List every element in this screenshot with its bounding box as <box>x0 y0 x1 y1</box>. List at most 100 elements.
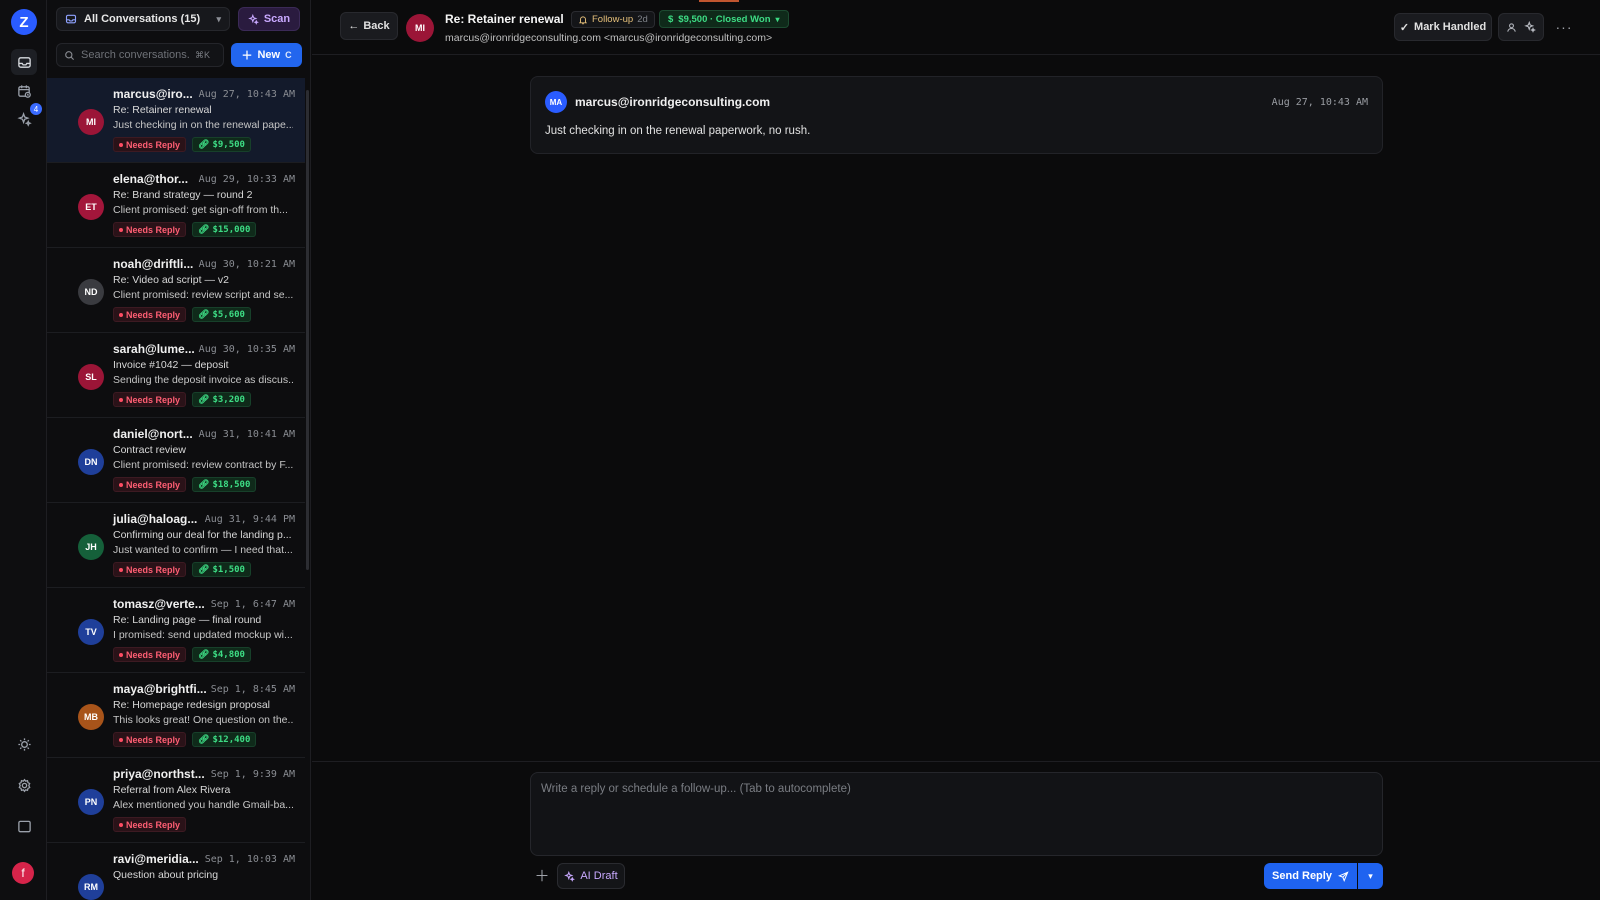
sender-avatar: MA <box>545 91 567 113</box>
conversation-date: Sep 1, 9:39 AM <box>210 769 295 780</box>
status-dot-icon <box>119 652 123 657</box>
amount-label: $12,400 <box>212 734 251 745</box>
ai-draft-button[interactable]: AI Draft <box>557 863 625 889</box>
conversation-subject: Invoice #1042 — deposit <box>113 359 229 371</box>
reply-input[interactable] <box>531 773 1382 855</box>
conversation-sender: priya@northst... <box>113 767 205 781</box>
message-date: Aug 27, 10:43 AM <box>1271 97 1368 108</box>
status-dot-icon <box>119 312 123 317</box>
status-dot-icon <box>119 397 123 402</box>
conversation-tags: Needs Reply 🔗︎ $12,400 <box>113 732 257 747</box>
send-icon <box>1337 870 1349 882</box>
conversation-item[interactable]: DN daniel@nort... Aug 31, 10:41 AM Contract… <box>47 418 305 503</box>
conversation-item[interactable]: MB maya@brightfi... Sep 1, 8:45 AM Re: Home… <box>47 673 305 758</box>
plus-icon: ＋ <box>241 50 253 62</box>
amount-label: $9,500 <box>212 139 245 150</box>
contact-email: marcus@ironridgeconsulting.com <marcus@i… <box>445 32 773 44</box>
conversation-date: Sep 1, 8:45 AM <box>210 684 295 695</box>
conversation-date: Aug 31, 9:44 PM <box>204 514 295 525</box>
contact-avatar: ND <box>78 279 104 305</box>
status-dot-icon <box>119 482 123 487</box>
conversation-date: Aug 30, 10:21 AM <box>198 259 295 270</box>
conversation-tags: Needs Reply 🔗︎ $3,200 <box>113 392 251 407</box>
send-reply-button[interactable]: Send Reply <box>1264 863 1357 889</box>
deal-amount-badge: 🔗︎ $9,500 <box>192 137 251 152</box>
conversation-preview: Client promised: get sign-off from th... <box>113 204 288 216</box>
send-options-chevron-icon[interactable]: ▾ <box>1358 863 1383 889</box>
conversation-preview: Just wanted to confirm — I need that... <box>113 544 293 556</box>
conversation-sender: sarah@lume... <box>113 342 195 356</box>
scan-button[interactable]: Scan <box>238 7 300 31</box>
needs-reply-badge: Needs Reply <box>113 817 187 832</box>
search-input[interactable] <box>81 49 189 61</box>
add-attachment-icon[interactable]: ＋ <box>532 865 552 885</box>
conversation-tags: Needs Reply 🔗︎ $18,500 <box>113 477 257 492</box>
link-icon: 🔗︎ <box>198 564 210 575</box>
calendar-clock-icon[interactable] <box>11 78 37 104</box>
conversation-sender: noah@driftli... <box>113 257 194 271</box>
conversation-item[interactable]: JH julia@haloag... Aug 31, 9:44 PM Confirmi… <box>47 503 305 588</box>
deal-label: $9,500 · Closed Won <box>678 13 771 25</box>
conversation-tags: Needs Reply 🔗︎ $5,600 <box>113 307 251 322</box>
conversation-item[interactable]: TV tomasz@verte... Sep 1, 6:47 AM Re: Landi… <box>47 588 305 673</box>
conversation-item[interactable]: MI marcus@iro... Aug 27, 10:43 AM Re: Retai… <box>47 78 305 163</box>
new-conversation-button[interactable]: ＋ New C <box>231 43 302 67</box>
conversation-sender: daniel@nort... <box>113 427 193 441</box>
status-label: Needs Reply <box>126 479 181 490</box>
conversation-preview: Sending the deposit invoice as discus... <box>113 374 293 386</box>
contact-avatar: DN <box>78 449 104 475</box>
followup-label: Follow-up <box>592 14 634 25</box>
conversation-filter-dropdown[interactable]: All Conversations (15) ▾ <box>56 7 230 31</box>
more-options-icon[interactable]: ··· <box>1552 13 1576 41</box>
status-dot-icon <box>119 737 123 742</box>
contact-avatar: PN <box>78 789 104 815</box>
filter-label: All Conversations (15) <box>84 13 201 25</box>
followup-badge[interactable]: Follow-up 2d <box>571 11 655 28</box>
sparkles-icon[interactable] <box>1524 21 1536 33</box>
app-logo[interactable]: Z <box>11 9 37 35</box>
status-label: Needs Reply <box>126 394 181 405</box>
arrow-left-icon: ← <box>348 20 360 32</box>
sparkles-icon <box>248 13 259 25</box>
chevron-down-icon: ▾ <box>775 14 780 24</box>
conversation-tags: Needs Reply 🔗︎ $1,500 <box>113 562 251 577</box>
conversation-subject: Re: Retainer renewal <box>113 104 212 116</box>
conversation-item[interactable]: SL sarah@lume... Aug 30, 10:35 AM Invoice #… <box>47 333 305 418</box>
status-label: Needs Reply <box>126 819 181 830</box>
deal-status-dropdown[interactable]: $ $9,500 · Closed Won ▾ <box>659 10 789 28</box>
link-icon: 🔗︎ <box>198 734 210 745</box>
conversation-item[interactable]: ET elena@thor... Aug 29, 10:33 AM Re: Brand… <box>47 163 305 248</box>
user-avatar[interactable]: f <box>12 862 34 884</box>
inbox-icon[interactable] <box>11 49 37 75</box>
conversation-list: MI marcus@iro... Aug 27, 10:43 AM Re: Retai… <box>47 78 305 900</box>
amount-label: $4,800 <box>212 649 245 660</box>
contact-avatar: RM <box>78 874 104 900</box>
conversation-date: Aug 29, 10:33 AM <box>198 174 295 185</box>
theme-sun-icon[interactable] <box>11 731 37 757</box>
status-label: Needs Reply <box>126 564 181 575</box>
conversation-item[interactable]: RM ravi@meridia... Sep 1, 10:03 AM Question… <box>47 843 305 900</box>
back-button[interactable]: ← Back <box>340 12 398 40</box>
link-icon: 🔗︎ <box>198 394 210 405</box>
sidebar-toggle-icon[interactable] <box>11 813 37 839</box>
conversation-sender: maya@brightfi... <box>113 682 207 696</box>
chevron-down-icon: ▾ <box>216 13 221 24</box>
mark-handled-button[interactable]: ✓ Mark Handled <box>1394 13 1492 41</box>
user-icon[interactable] <box>1506 22 1517 33</box>
conversation-sender: elena@thor... <box>113 172 189 186</box>
conversation-item[interactable]: PN priya@northst... Sep 1, 9:39 AM Referral… <box>47 758 305 843</box>
conversation-preview: Client promised: review script and se... <box>113 289 293 301</box>
back-label: Back <box>363 20 390 32</box>
conversation-date: Sep 1, 10:03 AM <box>204 854 295 865</box>
amount-label: $15,000 <box>212 224 251 235</box>
conversation-item[interactable]: ND noah@driftli... Aug 30, 10:21 AM Re: Vid… <box>47 248 305 333</box>
list-scrollbar[interactable] <box>306 90 309 570</box>
ai-draft-label: AI Draft <box>580 870 618 882</box>
contact-avatar: JH <box>78 534 104 560</box>
settings-gear-icon[interactable] <box>11 772 37 798</box>
conversation-preview: Alex mentioned you handle Gmail-ba... <box>113 799 293 811</box>
needs-reply-badge: Needs Reply <box>113 477 187 492</box>
composer: ＋ AI Draft Send Reply ▾ <box>312 761 1600 900</box>
conversation-tags: Needs Reply 🔗︎ $15,000 <box>113 222 257 237</box>
conversation-date: Aug 31, 10:41 AM <box>198 429 295 440</box>
